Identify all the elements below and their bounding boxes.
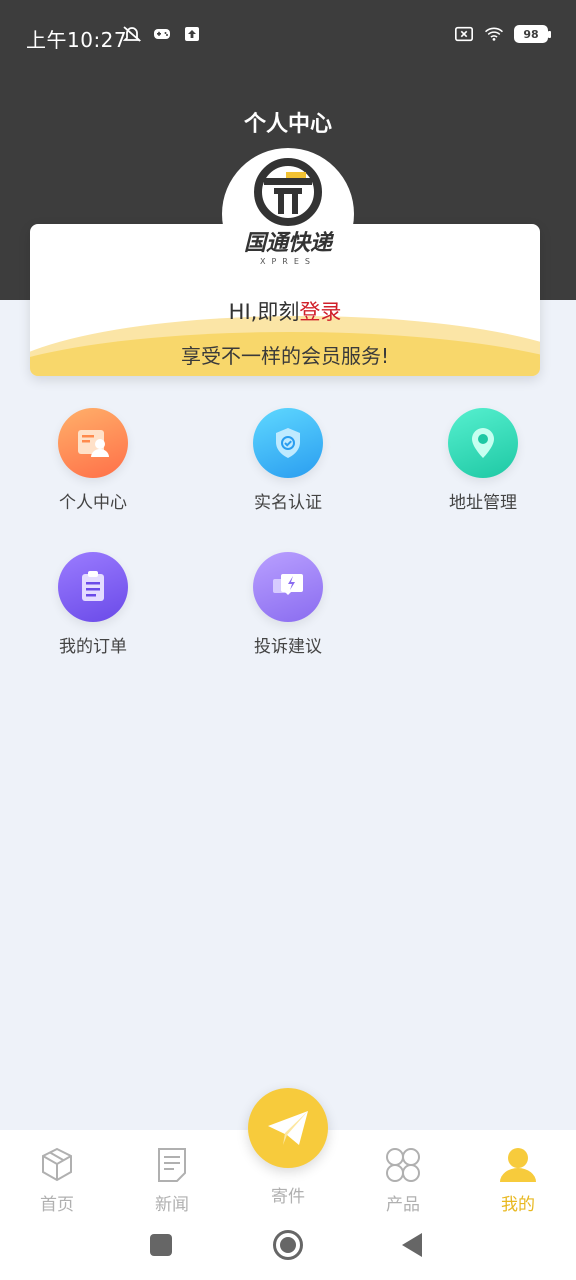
home-button[interactable]: [273, 1230, 303, 1260]
paper-plane-icon: [268, 1111, 308, 1145]
status-bar: 上午10:27 98: [0, 0, 576, 72]
mute-bell-icon: [122, 24, 142, 44]
profile-card-icon: [58, 408, 128, 478]
gamepad-icon: [152, 24, 172, 44]
greeting: HI,即刻登录: [30, 296, 540, 326]
sim-off-icon: [454, 24, 474, 44]
member-slogan: 享受不一样的会员服务!: [180, 344, 390, 368]
menu-address-management[interactable]: 地址管理: [408, 408, 558, 513]
tab-products[interactable]: 产品: [363, 1130, 443, 1215]
menu-label: 个人中心: [59, 493, 127, 513]
page-title: 个人中心: [243, 112, 332, 137]
wifi-icon: [484, 24, 504, 44]
avatar[interactable]: 国通快递 XPRES: [222, 148, 354, 280]
location-pin-icon: [448, 408, 518, 478]
brand-sub: XPRES: [260, 257, 316, 266]
back-button[interactable]: [402, 1233, 422, 1257]
battery-icon: 98: [514, 25, 551, 43]
tab-news[interactable]: 新闻: [132, 1130, 212, 1215]
chat-lightning-icon: [253, 552, 323, 622]
clipboard-icon: [58, 552, 128, 622]
menu-my-orders[interactable]: 我的订单: [18, 552, 168, 657]
menu-real-name-auth[interactable]: 实名认证: [213, 408, 363, 513]
status-time: 上午10:27: [26, 28, 128, 52]
menu-label: 我的订单: [59, 637, 127, 657]
recent-apps-button[interactable]: [150, 1234, 172, 1256]
menu-label: 地址管理: [449, 493, 517, 513]
shield-check-icon: [253, 408, 323, 478]
package-box-icon: [17, 1136, 97, 1184]
upload-icon: [182, 24, 202, 44]
tab-label: 寄件: [271, 1187, 305, 1207]
brand-logo: 国通快递 XPRES: [244, 158, 335, 266]
menu-label: 投诉建议: [254, 637, 322, 657]
news-doc-icon: [132, 1136, 212, 1184]
login-link[interactable]: 登录: [299, 300, 341, 324]
menu-complaints[interactable]: 投诉建议: [213, 552, 363, 657]
send-package-button[interactable]: [248, 1088, 328, 1168]
brand-name: 国通快递: [244, 230, 335, 256]
tab-mine[interactable]: 我的: [478, 1130, 558, 1215]
tab-home[interactable]: 首页: [17, 1130, 97, 1215]
menu-personal-center[interactable]: 个人中心: [18, 408, 168, 513]
greeting-text: HI,即刻: [228, 300, 300, 324]
system-nav-bar: [0, 1212, 576, 1280]
menu-label: 实名认证: [254, 493, 322, 513]
user-icon: [478, 1136, 558, 1184]
clover-grid-icon: [363, 1136, 443, 1184]
